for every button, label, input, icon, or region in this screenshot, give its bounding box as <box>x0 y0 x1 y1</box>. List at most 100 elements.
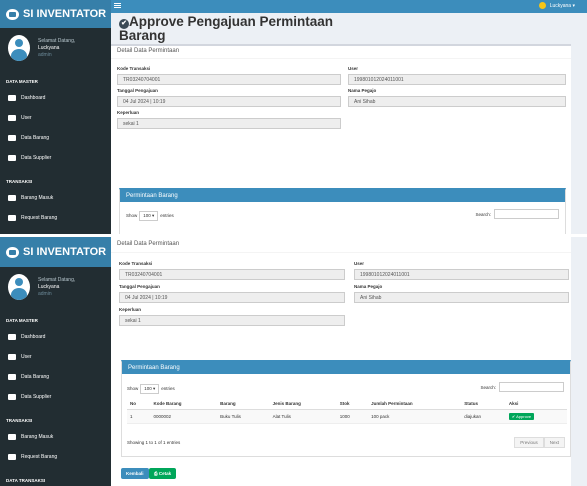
box-icon <box>8 374 16 380</box>
section-data-master: DATA MASTER <box>6 318 38 323</box>
cell-kode: 0000002 <box>150 409 218 424</box>
keperluan-field[interactable]: sekai 1 <box>117 118 341 129</box>
search-input[interactable] <box>499 382 564 392</box>
entries-value: 100 <box>143 213 151 218</box>
greeting: Selamat Datang, <box>38 276 76 283</box>
entries-value: 100 <box>144 386 152 391</box>
section-transaksi: TRANSAKSI <box>6 179 33 184</box>
show-label: Show <box>127 386 139 391</box>
user-field[interactable]: 199801012024011001 <box>354 269 569 280</box>
detail-box: Detail Data Permintaan Kode Transaksi TR… <box>111 237 571 486</box>
truck-icon <box>8 394 16 400</box>
sidebar-item-dashboard[interactable]: Dashboard <box>0 88 111 108</box>
keperluan-field[interactable]: sekai 1 <box>119 315 345 326</box>
tanggal-label: Tanggal Pengajuan <box>119 284 160 289</box>
col-jumlah[interactable]: Jumlah Permintaan <box>368 398 462 410</box>
brand[interactable]: SI INVENTATOR <box>0 0 111 28</box>
user-panel: Selamat Datang, Luckyana admin <box>0 28 111 68</box>
sidebar-item-label: Request Barang <box>21 454 58 460</box>
user-menu[interactable]: Luckyana ▾ <box>538 2 575 9</box>
pegawai-field[interactable]: Ani Sihab <box>348 96 566 107</box>
search-area: Search: <box>475 209 559 219</box>
clock-icon <box>8 454 16 460</box>
screen-bottom: SI INVENTATOR Selamat Datang, Luckyana a… <box>0 237 587 486</box>
sidebar-item-user[interactable]: User <box>0 347 111 367</box>
kembali-button[interactable]: Kembali <box>121 468 149 479</box>
sidebar-item-request-barang[interactable]: Request Barang <box>0 208 111 228</box>
table-icon <box>8 195 16 201</box>
kode-transaksi-label: Kode Transaksi <box>117 66 151 71</box>
sidebar-item-label: Data Barang <box>21 374 50 380</box>
user-avatar-icon <box>538 2 546 9</box>
sidebar-item-label: User <box>21 115 32 121</box>
col-status[interactable]: Status <box>461 398 506 410</box>
cell-status: diajukan <box>461 409 506 424</box>
sidebar-item-data-barang[interactable]: Data Barang <box>0 367 111 387</box>
entries-select[interactable]: 100 ▾ <box>139 211 159 221</box>
keperluan-label: Keperluan <box>119 307 142 312</box>
screen-top: SI INVENTATOR Selamat Datang, Luckyana a… <box>0 0 587 234</box>
cetak-button[interactable]: ⎙ Cetak <box>149 468 177 479</box>
pagination: Previous Next <box>514 437 565 448</box>
col-no[interactable]: No <box>127 398 151 410</box>
sidebar-item-user[interactable]: User <box>0 108 111 128</box>
users-icon <box>8 115 16 121</box>
brand[interactable]: SI INVENTATOR <box>0 237 111 267</box>
pegawai-field[interactable]: Ani Sihab <box>354 292 569 303</box>
logo-icon <box>6 246 19 258</box>
search-area: Search: <box>480 382 564 392</box>
truck-icon <box>8 155 16 161</box>
permintaan-header: Permintaan Barang <box>122 362 570 374</box>
sidebar-item-data-supplier[interactable]: Data Supplier <box>0 387 111 407</box>
col-jenis-barang[interactable]: Jenis Barang <box>269 398 337 410</box>
previous-button[interactable]: Previous <box>514 437 544 448</box>
sidebar-item-label: Data Supplier <box>21 155 52 161</box>
keperluan-label: Keperluan <box>117 110 140 115</box>
clock-icon <box>8 215 16 221</box>
menu-toggle-icon[interactable] <box>114 3 121 4</box>
next-button[interactable]: Next <box>543 437 565 448</box>
sidebar-item-label: Request Barang <box>21 215 58 221</box>
user-role: admin <box>38 51 52 58</box>
col-barang[interactable]: Barang <box>217 398 270 410</box>
entries-select[interactable]: 100 ▾ <box>140 384 160 394</box>
dashboard-icon <box>8 95 16 101</box>
tanggal-field[interactable]: 04 Jul 2024 | 10:19 <box>117 96 341 107</box>
sidebar-item-dashboard[interactable]: Dashboard <box>0 327 111 347</box>
sidebar-item-label: Dashboard <box>21 334 46 340</box>
approve-button[interactable]: ✔ Approve <box>508 413 535 420</box>
section-transaksi: TRANSAKSI <box>6 418 33 423</box>
brand-title: SI INVENTATOR <box>23 246 107 258</box>
avatar <box>8 35 30 61</box>
cell-stok: 1000 <box>336 409 369 424</box>
permintaan-header: Permintaan Barang <box>120 190 565 202</box>
detail-box-header: Detail Data Permintaan <box>111 46 571 59</box>
kode-transaksi-label: Kode Transaksi <box>119 261 153 266</box>
sidebar-item-data-barang[interactable]: Data Barang <box>0 128 111 148</box>
cell-no: 1 <box>127 409 151 424</box>
show-label: Show <box>126 213 138 218</box>
sidebar: SI INVENTATOR Selamat Datang, Luckyana a… <box>0 237 111 486</box>
tanggal-field[interactable]: 04 Jul 2024 | 10:19 <box>119 292 345 303</box>
sidebar: SI INVENTATOR Selamat Datang, Luckyana a… <box>0 0 111 234</box>
user-panel: Selamat Datang, Luckyana admin <box>0 267 111 307</box>
col-stok[interactable]: Stok <box>336 398 369 410</box>
kode-transaksi-field[interactable]: TR03240704001 <box>117 74 341 85</box>
page-title: ✔ Approve Pengajuan Permintaan Barang <box>111 15 333 43</box>
entries-label: entries <box>160 213 174 218</box>
kode-transaksi-field[interactable]: TR03240704001 <box>119 269 345 280</box>
sidebar-item-data-supplier[interactable]: Data Supplier <box>0 148 111 168</box>
user-field[interactable]: 199801012024011001 <box>348 74 566 85</box>
sidebar-item-request-barang[interactable]: Request Barang <box>0 447 111 467</box>
col-aksi[interactable]: Aksi <box>505 398 567 410</box>
table-row: 1 0000002 Buku Tulis Alat Tulis 1000 100… <box>127 409 567 424</box>
sidebar-item-barang-masuk[interactable]: Barang Masuk <box>0 188 111 208</box>
search-input[interactable] <box>494 209 559 219</box>
search-label: Search: <box>480 384 496 390</box>
user-name: Luckyana <box>38 44 60 51</box>
sidebar-item-barang-masuk[interactable]: Barang Masuk <box>0 427 111 447</box>
detail-box: Detail Data Permintaan Kode Transaksi TR… <box>111 44 571 234</box>
tanggal-label: Tanggal Pengajuan <box>117 88 158 93</box>
pegawai-label: Nama Pegajo <box>348 88 377 93</box>
col-kode-barang[interactable]: Kode Barang <box>150 398 218 410</box>
